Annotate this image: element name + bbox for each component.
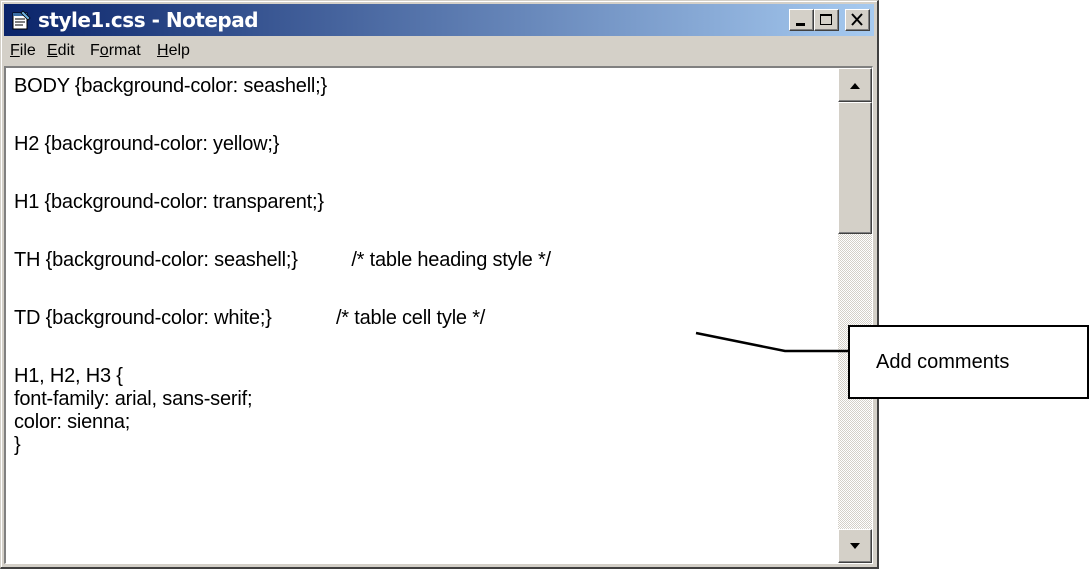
minimize-button[interactable]	[789, 9, 814, 31]
editor-line: color: sienna;	[14, 411, 131, 433]
editor-line: TH {background-color: seashell;} /* tabl…	[14, 249, 551, 271]
notepad-window: style1.css - Notepad File Edit Format He…	[0, 0, 879, 569]
vertical-scrollbar[interactable]	[838, 68, 872, 563]
up-arrow-icon	[850, 83, 860, 89]
scroll-down-button[interactable]	[838, 529, 872, 563]
down-arrow-icon	[850, 543, 860, 549]
editor-line: H2 {background-color: yellow;}	[14, 133, 280, 155]
menu-file[interactable]: File	[10, 41, 36, 61]
close-icon	[851, 13, 863, 26]
window-title: style1.css - Notepad	[38, 8, 259, 32]
annotation-callout: Add comments	[848, 325, 1089, 399]
editor-line: H1 {background-color: transparent;}	[14, 191, 324, 213]
scroll-up-button[interactable]	[838, 68, 872, 102]
annotation-text: Add comments	[876, 351, 1010, 373]
menu-format[interactable]: Format	[90, 41, 141, 61]
menu-bar: File Edit Format Help	[4, 38, 874, 64]
menu-edit[interactable]: Edit	[47, 41, 75, 61]
editor-line: BODY {background-color: seashell;}	[14, 75, 328, 97]
editor-line: TD {background-color: white;} /* table c…	[14, 307, 486, 329]
editor-line: }	[14, 434, 21, 456]
maximize-button[interactable]	[814, 9, 839, 31]
minimize-icon	[796, 23, 805, 26]
close-button[interactable]	[845, 9, 870, 31]
menu-help[interactable]: Help	[157, 41, 190, 61]
title-bar[interactable]: style1.css - Notepad	[4, 4, 874, 36]
editor-line: font-family: arial, sans-serif;	[14, 388, 253, 410]
maximize-icon	[820, 14, 832, 25]
notepad-icon	[10, 9, 32, 31]
editor-line: H1, H2, H3 {	[14, 365, 123, 387]
scroll-thumb[interactable]	[838, 102, 872, 234]
text-editor[interactable]: BODY {background-color: seashell;} H2 {b…	[4, 66, 873, 564]
